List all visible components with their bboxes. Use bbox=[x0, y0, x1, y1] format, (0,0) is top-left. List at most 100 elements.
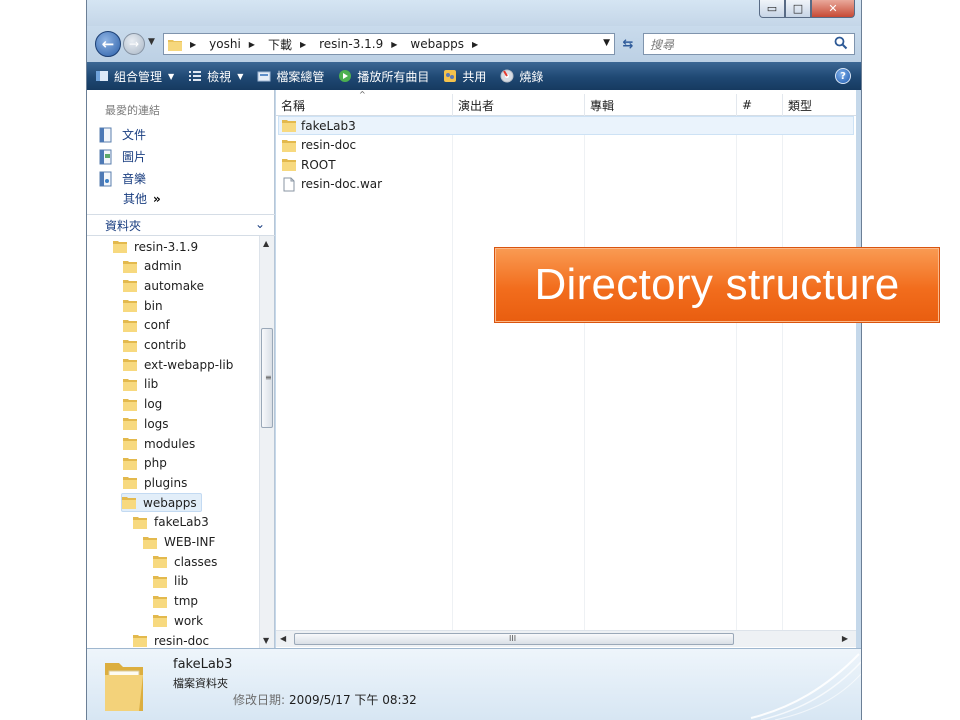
tree-item[interactable]: logs bbox=[123, 414, 169, 433]
grip-icon: III bbox=[509, 634, 517, 643]
forward-arrow-icon: → bbox=[128, 37, 140, 51]
scroll-down-icon[interactable]: ▼ bbox=[263, 636, 269, 645]
back-arrow-icon: ← bbox=[101, 35, 115, 53]
tree-item[interactable]: automake bbox=[123, 276, 204, 295]
breadcrumb-sep[interactable]: ▶ bbox=[472, 40, 483, 49]
favorite-music[interactable]: 音樂 bbox=[99, 170, 146, 187]
tree-item[interactable]: WEB-INF bbox=[143, 533, 215, 552]
breadcrumb-sep[interactable]: ▶ bbox=[300, 40, 311, 49]
tree-item[interactable]: fakeLab3 bbox=[133, 513, 209, 532]
favorite-pictures[interactable]: 圖片 bbox=[99, 148, 146, 165]
tree-item[interactable]: ext-webapp-lib bbox=[123, 355, 233, 374]
favorite-links-header: 最愛的連結 bbox=[105, 104, 160, 117]
modified-value: 2009/5/17 下午 08:32 bbox=[289, 693, 417, 707]
tree-item[interactable]: plugins bbox=[123, 473, 187, 492]
file-name: fakeLab3 bbox=[301, 118, 356, 133]
folder-icon bbox=[168, 39, 182, 51]
breadcrumb-root-sep[interactable]: ▶ bbox=[190, 40, 201, 49]
play-all-label: 播放所有曲目 bbox=[357, 69, 430, 84]
play-all-button[interactable]: 播放所有曲目 bbox=[338, 68, 429, 85]
tree-item-label: lib bbox=[174, 574, 189, 589]
tree-item[interactable]: bin bbox=[123, 296, 163, 315]
scroll-thumb[interactable]: III bbox=[294, 633, 734, 645]
file-row[interactable]: resin-doc.war bbox=[282, 175, 382, 194]
tree-item[interactable]: lib bbox=[123, 375, 158, 394]
folder-icon bbox=[123, 477, 137, 490]
tree-item[interactable]: classes bbox=[153, 552, 217, 571]
tree-item[interactable]: admin bbox=[123, 257, 182, 276]
help-icon[interactable]: ? bbox=[835, 68, 851, 84]
views-label: 檢視 bbox=[207, 69, 232, 84]
tree-item[interactable]: lib bbox=[153, 572, 188, 591]
column-album[interactable]: 專輯 bbox=[584, 94, 736, 116]
folder-icon bbox=[153, 556, 167, 569]
close-button[interactable]: ✕ bbox=[811, 0, 855, 18]
chevron-down-icon[interactable]: ⌄ bbox=[255, 217, 265, 231]
tree-item[interactable]: php bbox=[123, 454, 167, 473]
file-row[interactable]: fakeLab3 bbox=[278, 116, 854, 135]
share-button[interactable]: 共用 bbox=[443, 68, 486, 85]
tree-item[interactable]: resin-3.1.9 bbox=[113, 237, 198, 256]
back-button[interactable]: ← bbox=[95, 31, 121, 57]
burn-button[interactable]: 燒錄 bbox=[500, 68, 543, 85]
decorative-swoosh bbox=[750, 653, 861, 720]
minimize-button[interactable]: ▭ bbox=[759, 0, 785, 18]
column-name[interactable]: 名稱 ^ bbox=[276, 90, 448, 116]
tree-item-label: php bbox=[144, 456, 167, 471]
file-name: resin-doc.war bbox=[301, 177, 383, 191]
scroll-up-icon[interactable]: ▲ bbox=[263, 239, 269, 248]
file-list-pane: 名稱 ^ 演出者 專輯 # 類型 fakeLab3 resin-doc ROOT res… bbox=[276, 90, 856, 648]
address-dropdown-icon[interactable]: ▼ bbox=[603, 38, 610, 48]
folder-icon bbox=[123, 280, 137, 293]
folder-icon bbox=[123, 319, 137, 332]
tree-item[interactable]: log bbox=[123, 395, 162, 414]
breadcrumb-sep[interactable]: ▶ bbox=[391, 40, 402, 49]
refresh-icon[interactable]: ⇆ bbox=[617, 33, 639, 55]
column-number[interactable]: # bbox=[736, 94, 782, 116]
title-bar[interactable]: ▭ □ ✕ bbox=[87, 0, 861, 26]
forward-button[interactable]: → bbox=[123, 33, 145, 55]
column-divider bbox=[452, 116, 453, 630]
tree-item[interactable]: work bbox=[153, 611, 203, 630]
file-row[interactable]: resin-doc bbox=[282, 136, 356, 155]
favorite-label: 圖片 bbox=[122, 150, 147, 164]
breadcrumb-downloads[interactable]: 下載 bbox=[268, 36, 292, 53]
tree-item[interactable]: resin-doc bbox=[133, 631, 209, 648]
horizontal-scrollbar[interactable]: ◀ III ▶ bbox=[276, 630, 856, 647]
tree-scrollbar[interactable]: ▲ ≡ ▼ bbox=[259, 236, 274, 648]
recent-pages-dropdown-icon[interactable]: ▼ bbox=[148, 37, 155, 47]
large-folder-icon bbox=[105, 663, 143, 711]
more-links-button[interactable]: 其他 » bbox=[123, 190, 161, 207]
organize-button[interactable]: 組合管理 ▼ bbox=[95, 68, 174, 85]
tree-item[interactable]: webapps bbox=[121, 493, 202, 513]
folders-header[interactable]: 資料夾 ⌄ bbox=[87, 214, 275, 236]
file-row[interactable]: ROOT bbox=[282, 155, 336, 174]
scroll-right-icon[interactable]: ▶ bbox=[842, 634, 848, 643]
tree-item[interactable]: contrib bbox=[123, 336, 186, 355]
scroll-thumb[interactable]: ≡ bbox=[261, 328, 273, 428]
breadcrumb-sep[interactable]: ▶ bbox=[249, 40, 260, 49]
window-controls: ▭ □ ✕ bbox=[759, 0, 855, 18]
breadcrumb-yoshi[interactable]: yoshi bbox=[209, 37, 241, 51]
tree-item-label: classes bbox=[174, 554, 218, 569]
search-input[interactable]: 搜尋 bbox=[643, 33, 855, 55]
column-artist[interactable]: 演出者 bbox=[452, 94, 584, 116]
tree-item-label: resin-3.1.9 bbox=[134, 239, 199, 254]
scroll-left-icon[interactable]: ◀ bbox=[280, 634, 286, 643]
tree-item[interactable]: modules bbox=[123, 434, 195, 453]
folder-icon bbox=[282, 159, 296, 171]
column-type[interactable]: 類型 bbox=[782, 94, 856, 116]
favorite-documents[interactable]: 文件 bbox=[99, 126, 146, 143]
breadcrumb-webapps[interactable]: webapps bbox=[410, 37, 464, 51]
breadcrumb-resin[interactable]: resin-3.1.9 bbox=[319, 37, 383, 51]
tree-item-label: modules bbox=[144, 436, 196, 451]
maximize-button[interactable]: □ bbox=[785, 0, 811, 18]
folder-icon bbox=[143, 536, 157, 549]
tree-item[interactable]: tmp bbox=[153, 592, 198, 611]
tree-item[interactable]: conf bbox=[123, 316, 170, 335]
explorer-button[interactable]: 檔案總管 bbox=[257, 68, 324, 85]
address-bar[interactable]: ▶ yoshi ▶ 下載 ▶ resin-3.1.9 ▶ webapps ▶ ▼ bbox=[163, 33, 615, 55]
column-label: 類型 bbox=[788, 98, 813, 113]
views-button[interactable]: 檢視 ▼ bbox=[188, 68, 243, 85]
search-icon[interactable] bbox=[834, 36, 848, 50]
